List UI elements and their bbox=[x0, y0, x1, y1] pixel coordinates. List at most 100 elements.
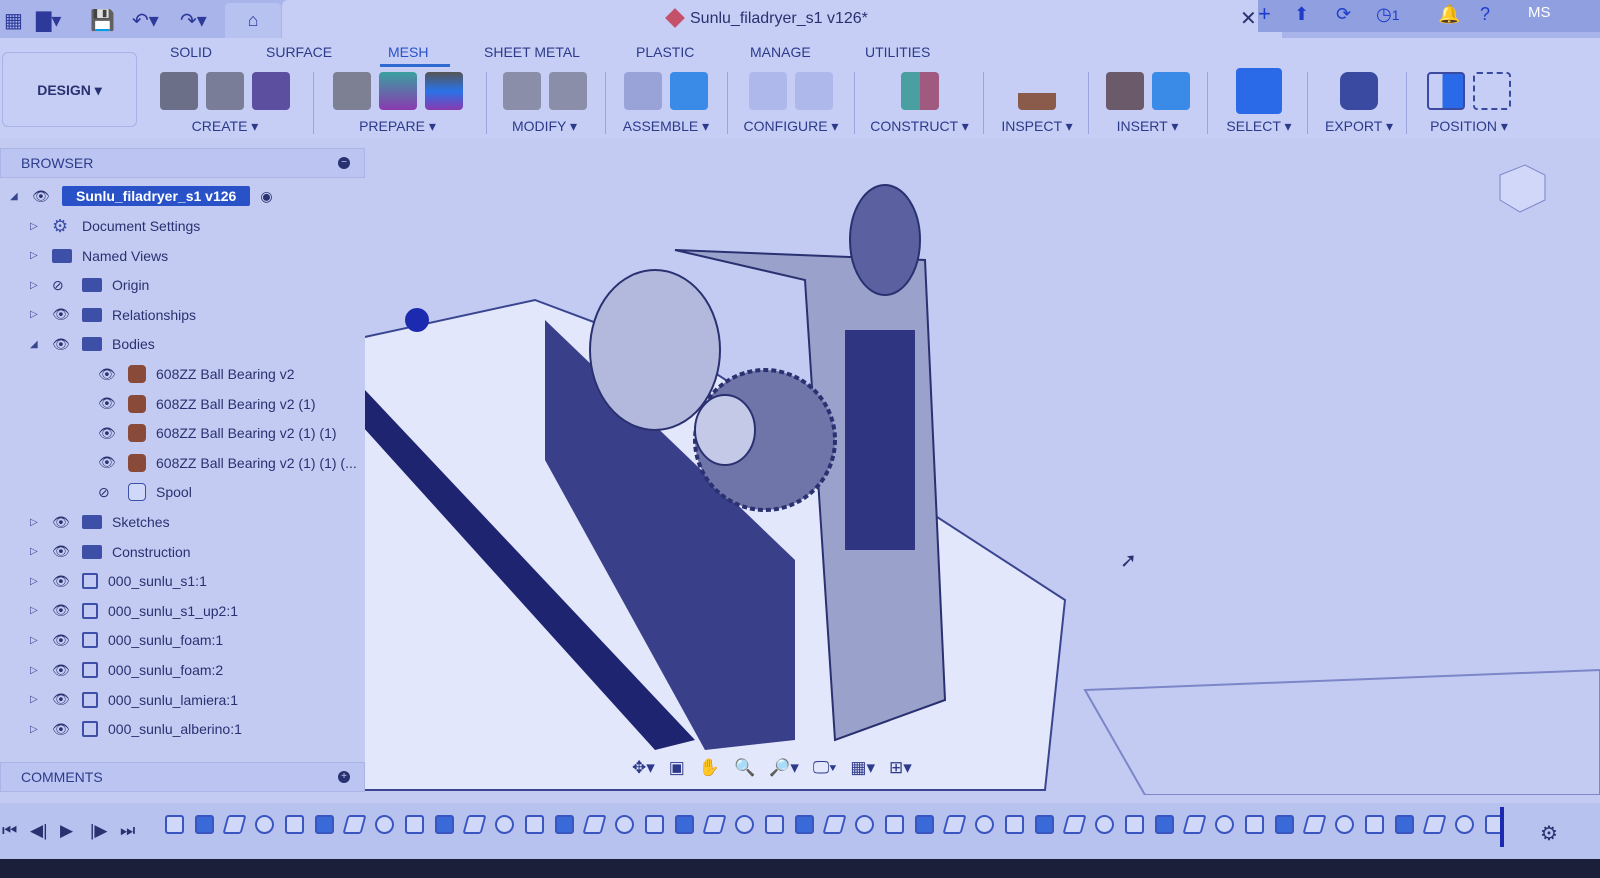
timeline-feature-icon[interactable] bbox=[675, 815, 694, 834]
visibility-eye-icon[interactable]: 👁 bbox=[52, 573, 72, 590]
capture-position-icon[interactable] bbox=[1427, 72, 1465, 110]
construct-group[interactable]: CONSTRUCT ▾ bbox=[862, 70, 977, 140]
construct-plane-icon[interactable] bbox=[900, 72, 939, 110]
reduce-icon[interactable] bbox=[548, 72, 587, 110]
expand-icon[interactable]: ▷ bbox=[30, 694, 42, 705]
timeline-feature-icon[interactable] bbox=[1422, 815, 1447, 834]
visibility-eye-icon[interactable]: 👁 bbox=[52, 514, 72, 531]
browser-item[interactable]: 👁 608ZZ Ball Bearing v2 (1) bbox=[76, 390, 316, 418]
collapse-icon[interactable]: ◢ bbox=[10, 191, 22, 202]
grid-settings-icon[interactable]: ▦▾ bbox=[850, 758, 875, 778]
visibility-eye-icon[interactable]: 👁 bbox=[52, 691, 72, 708]
timeline-feature-icon[interactable] bbox=[822, 815, 847, 834]
modify-group[interactable]: MODIFY ▾ bbox=[492, 70, 597, 140]
file-menu-icon[interactable]: ▇▾ bbox=[36, 8, 61, 33]
collapse-browser-button[interactable]: − bbox=[338, 157, 350, 169]
timeline-feature-icon[interactable] bbox=[1302, 815, 1327, 834]
timeline-feature-icon[interactable] bbox=[1155, 815, 1174, 834]
browser-item[interactable]: ▷ 👁 000_sunlu_s1:1 bbox=[30, 567, 207, 595]
visibility-eye-icon[interactable]: 👁 bbox=[52, 306, 72, 323]
generate-face-groups-icon[interactable] bbox=[332, 72, 371, 110]
viewcube[interactable] bbox=[1490, 160, 1550, 215]
zoom-icon[interactable]: 🔍 bbox=[734, 758, 755, 778]
tab-utilities[interactable]: UTILITIES bbox=[865, 44, 930, 60]
visibility-eye-icon[interactable]: 👁 bbox=[52, 721, 72, 738]
expand-icon[interactable]: ▷ bbox=[30, 605, 42, 616]
browser-item[interactable]: ▷ 👁 000_sunlu_s1_up2:1 bbox=[30, 597, 238, 625]
new-component-icon[interactable] bbox=[670, 72, 708, 110]
help-icon[interactable]: ? bbox=[1480, 4, 1490, 25]
configuration-table-icon[interactable] bbox=[795, 72, 833, 110]
step-back-icon[interactable]: ◀| bbox=[30, 821, 48, 841]
select-menu[interactable]: SELECT ▾ bbox=[1215, 118, 1303, 135]
tab-plastic[interactable]: PLASTIC bbox=[636, 44, 694, 60]
timeline-feature-icon[interactable] bbox=[765, 815, 784, 834]
timeline-feature-icon[interactable] bbox=[525, 815, 544, 834]
timeline-feature-icon[interactable] bbox=[1095, 815, 1114, 834]
browser-item[interactable]: 👁 608ZZ Ball Bearing v2 (1) (1) (... bbox=[76, 449, 357, 477]
go-to-start-icon[interactable]: ⏮ bbox=[2, 821, 17, 841]
configure-icon[interactable] bbox=[749, 72, 787, 110]
expand-icon[interactable]: ▷ bbox=[30, 517, 42, 528]
step-forward-icon[interactable]: |▶ bbox=[90, 821, 108, 841]
expand-icon[interactable]: ▷ bbox=[30, 724, 42, 735]
browser-item[interactable]: 👁 608ZZ Ball Bearing v2 bbox=[76, 360, 295, 388]
pan-icon[interactable]: ✋ bbox=[699, 758, 720, 778]
timeline-feature-icon[interactable] bbox=[255, 815, 274, 834]
display-settings-icon[interactable]: 🖵▾ bbox=[813, 758, 837, 778]
modify-menu[interactable]: MODIFY ▾ bbox=[492, 118, 597, 135]
timeline-feature-icon[interactable] bbox=[885, 815, 904, 834]
3d-viewport[interactable] bbox=[303, 140, 1600, 796]
expand-icon[interactable]: ▷ bbox=[30, 665, 42, 676]
timeline-feature-icon[interactable] bbox=[462, 815, 487, 834]
viewports-icon[interactable]: ⊞▾ bbox=[889, 758, 912, 778]
visibility-eye-icon[interactable]: 👁 bbox=[52, 662, 72, 679]
timeline-feature-icon[interactable] bbox=[1062, 815, 1087, 834]
timeline-marker[interactable] bbox=[1500, 807, 1504, 847]
measure-icon[interactable] bbox=[1018, 72, 1056, 110]
tab-sheet-metal[interactable]: SHEET METAL bbox=[484, 44, 580, 60]
root-component-label[interactable]: Sunlu_filadryer_s1 v126 bbox=[62, 186, 251, 206]
timeline-feature-icon[interactable] bbox=[342, 815, 367, 834]
timeline-feature-icon[interactable] bbox=[1182, 815, 1207, 834]
hidden-eye-icon[interactable]: ⊘ bbox=[98, 484, 118, 501]
timeline-feature-icon[interactable] bbox=[1245, 815, 1264, 834]
browser-item[interactable]: ▷ ⚙ Document Settings bbox=[30, 212, 200, 240]
timeline-feature-icon[interactable] bbox=[855, 815, 874, 834]
orbit-icon[interactable]: ✥▾ bbox=[632, 758, 655, 778]
visibility-eye-icon[interactable]: 👁 bbox=[98, 395, 118, 412]
select-group[interactable]: SELECT ▾ bbox=[1215, 68, 1303, 140]
look-at-icon[interactable]: ▣ bbox=[669, 758, 685, 778]
browser-item[interactable]: ⊘ Spool bbox=[76, 478, 192, 506]
browser-item[interactable]: 👁 608ZZ Ball Bearing v2 (1) (1) bbox=[76, 419, 337, 447]
timeline-feature-icon[interactable] bbox=[1005, 815, 1024, 834]
browser-item[interactable]: ▷ 👁 000_sunlu_alberino:1 bbox=[30, 715, 242, 743]
expand-icon[interactable]: ▷ bbox=[30, 576, 42, 587]
export-icon[interactable] bbox=[1340, 72, 1378, 110]
expand-icon[interactable]: ▷ bbox=[30, 309, 42, 320]
collapse-icon[interactable]: ◢ bbox=[30, 339, 42, 350]
timeline-feature-icon[interactable] bbox=[1365, 815, 1384, 834]
visibility-eye-icon[interactable]: 👁 bbox=[98, 454, 118, 471]
prepare-group[interactable]: PREPARE ▾ bbox=[320, 70, 475, 140]
repair-icon[interactable] bbox=[378, 72, 417, 110]
close-tab-icon[interactable]: ✕ bbox=[1240, 6, 1257, 31]
assemble-group[interactable]: ASSEMBLE ▾ bbox=[612, 70, 720, 140]
timeline-feature-icon[interactable] bbox=[435, 815, 454, 834]
timeline-feature-icon[interactable] bbox=[702, 815, 727, 834]
timeline-feature-icon[interactable] bbox=[615, 815, 634, 834]
configure-menu[interactable]: CONFIGURE ▾ bbox=[735, 118, 847, 135]
timeline-feature-icon[interactable] bbox=[555, 815, 574, 834]
fit-icon[interactable]: 🔎▾ bbox=[769, 758, 799, 778]
timeline-feature-icon[interactable] bbox=[405, 815, 424, 834]
timeline-feature-icon[interactable] bbox=[795, 815, 814, 834]
expand-icon[interactable]: ▷ bbox=[30, 546, 42, 557]
position-group[interactable]: POSITION ▾ bbox=[1414, 70, 1524, 140]
timeline-feature-icon[interactable] bbox=[975, 815, 994, 834]
tab-surface[interactable]: SURFACE bbox=[266, 44, 332, 60]
undo-icon[interactable]: ↶▾ bbox=[132, 8, 159, 33]
expand-icon[interactable]: ▷ bbox=[30, 280, 42, 291]
browser-item[interactable]: ▷ 👁 000_sunlu_lamiera:1 bbox=[30, 686, 238, 714]
timeline-feature-icon[interactable] bbox=[315, 815, 334, 834]
position-menu[interactable]: POSITION ▾ bbox=[1414, 118, 1524, 135]
